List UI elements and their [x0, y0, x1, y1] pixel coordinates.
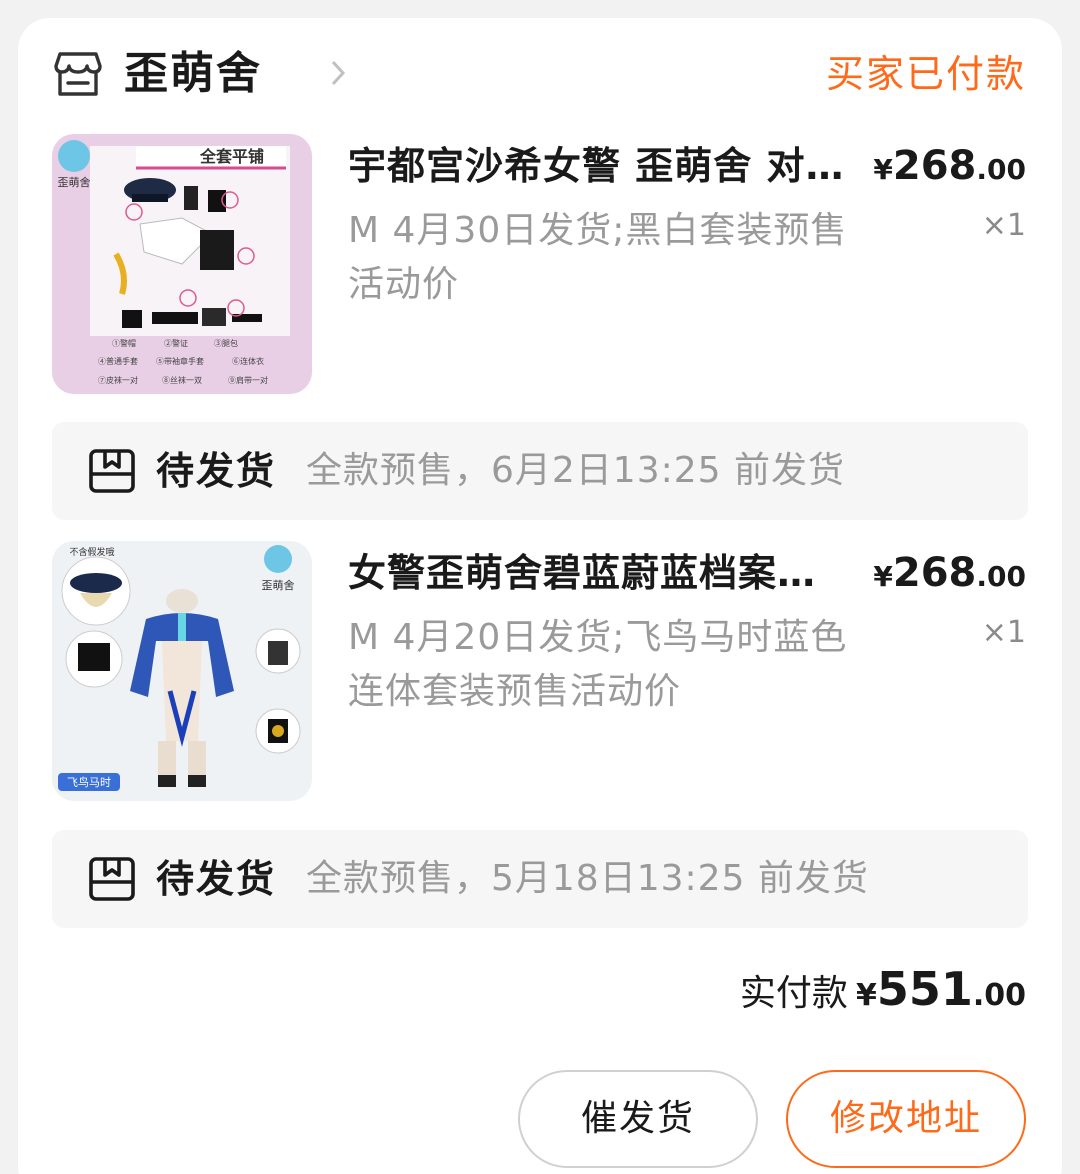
- thumb-legend-item: ④普通手套: [98, 356, 138, 366]
- item-price: ¥268.00: [873, 549, 1026, 605]
- shipping-status: 待发货: [156, 449, 277, 493]
- change-address-button[interactable]: 修改地址: [786, 1070, 1026, 1168]
- item-title[interactable]: 女警歪萌舍碧蓝蔚蓝档案…: [348, 545, 868, 601]
- total-decimal: .00: [972, 978, 1026, 1013]
- thumb-legend-item: ⑦皮袜一对: [98, 375, 138, 385]
- price-currency: ¥: [873, 153, 893, 186]
- shipping-note: 全款预售，5月18日13:25 前发货: [306, 858, 869, 899]
- order-status: 买家已付款: [825, 52, 1026, 96]
- thumb-legend-item: ①警帽: [112, 338, 136, 348]
- order-item[interactable]: 全套平铺 歪萌舍 ①警帽 ②警证 ③腿包 ④普通手套 ⑤带袖章手套 ⑥连体衣 ⑦…: [52, 134, 1032, 396]
- item-quantity: ×1: [981, 615, 1026, 650]
- remind-shipping-button[interactable]: 催发货: [518, 1070, 758, 1168]
- item-spec: M 4月20日发货;飞鸟马时蓝色连体套装预售活动价: [348, 617, 848, 712]
- total-label: 实付款: [739, 973, 848, 1014]
- item-title[interactable]: 宇都宫沙希女警 歪萌舍 对…: [348, 138, 868, 194]
- store-icon: [54, 52, 102, 96]
- item-price: ¥268.00: [873, 142, 1026, 198]
- shop-name[interactable]: 歪萌舍: [124, 44, 262, 104]
- order-item[interactable]: 不含假发哦 歪萌舍 飞鸟马时 女警歪萌舍碧蓝蔚蓝档案… ¥268.00 M 4月…: [52, 541, 1032, 803]
- package-icon: [89, 449, 135, 493]
- item-spec: M 4月30日发货;黑白套装预售活动价: [348, 210, 848, 305]
- total-currency: ¥: [855, 978, 877, 1013]
- item-quantity: ×1: [981, 208, 1026, 243]
- package-icon: [89, 857, 135, 901]
- product-thumbnail[interactable]: 不含假发哦 歪萌舍 飞鸟马时: [52, 541, 312, 801]
- thumb-legend-item: ⑨肩带一对: [228, 375, 268, 385]
- shop-header[interactable]: 歪萌舍 买家已付款: [52, 42, 1032, 108]
- thumb-brand: 歪萌舍: [58, 175, 91, 189]
- thumb-character: 飞鸟马时: [67, 775, 111, 789]
- thumb-legend-item: ⑧丝袜一双: [162, 375, 202, 385]
- thumb-brand: 歪萌舍: [262, 578, 295, 592]
- price-decimal: .00: [976, 153, 1026, 186]
- price-integer: 268: [892, 143, 977, 189]
- chevron-right-icon: [331, 60, 346, 86]
- price-decimal: .00: [976, 560, 1026, 593]
- thumb-legend-item: ⑥连体衣: [232, 356, 264, 366]
- thumb-legend-item: ③腿包: [214, 338, 238, 348]
- thumb-banner: 全套平铺: [199, 147, 264, 166]
- price-integer: 268: [892, 550, 977, 596]
- product-image: 全套平铺 歪萌舍 ①警帽 ②警证 ③腿包 ④普通手套 ⑤带袖章手套 ⑥连体衣 ⑦…: [52, 134, 312, 394]
- shipping-note: 全款预售，6月2日13:25 前发货: [306, 450, 845, 491]
- shipping-status: 待发货: [156, 857, 277, 901]
- total-integer: 551: [876, 962, 973, 1016]
- thumb-legend-item: ②警证: [164, 338, 188, 348]
- thumb-legend-item: ⑤带袖章手套: [156, 356, 204, 366]
- total-paid: 实付款 ¥551.00: [740, 962, 1026, 1016]
- shipping-status-bar[interactable]: 待发货 全款预售，6月2日13:25 前发货: [52, 422, 1028, 520]
- thumb-note: 不含假发哦: [69, 546, 114, 557]
- shipping-status-bar[interactable]: 待发货 全款预售，5月18日13:25 前发货: [52, 830, 1028, 928]
- product-image: 不含假发哦 歪萌舍 飞鸟马时: [52, 541, 312, 801]
- product-thumbnail[interactable]: 全套平铺 歪萌舍 ①警帽 ②警证 ③腿包 ④普通手套 ⑤带袖章手套 ⑥连体衣 ⑦…: [52, 134, 312, 394]
- price-currency: ¥: [873, 560, 893, 593]
